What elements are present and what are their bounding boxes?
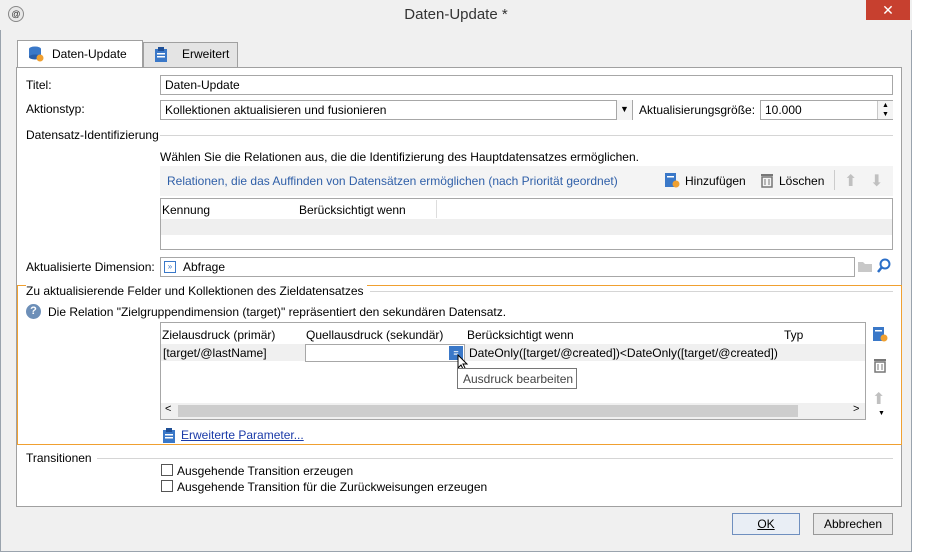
- ok-label: OK: [757, 517, 775, 531]
- batch-size-input[interactable]: 10.000: [760, 100, 893, 120]
- action-label: Aktionstyp:: [26, 102, 85, 116]
- scrollbar-thumb[interactable]: [178, 405, 798, 417]
- outgoing-transition-label: Ausgehende Transition erzeugen: [177, 464, 354, 478]
- title-label: Titel:: [26, 78, 52, 92]
- window-title: Daten-Update *: [404, 6, 508, 23]
- batch-size-spinner[interactable]: ▲ ▼: [877, 101, 893, 119]
- help-icon: ?: [26, 304, 41, 319]
- folder-icon[interactable]: [857, 259, 873, 273]
- identification-hint: Wählen Sie die Relationen aus, die die I…: [160, 150, 639, 164]
- toolbar-divider: [834, 170, 835, 190]
- column-header: Zielausdruck (primär): [162, 328, 276, 342]
- action-select-value: Kollektionen aktualisieren und fusionier…: [165, 103, 387, 117]
- column-header: Quellausdruck (sekundär): [306, 328, 444, 342]
- tab-label: Daten-Update: [52, 47, 127, 61]
- target-expression-cell[interactable]: [target/@lastName]: [163, 346, 267, 360]
- search-icon[interactable]: [876, 258, 892, 274]
- column-header: Berücksichtigt wenn: [299, 203, 406, 217]
- tab-label: Erweitert: [182, 47, 230, 61]
- move-up-icon[interactable]: ⬆: [844, 171, 857, 191]
- tab-daten-update[interactable]: Daten-Update: [17, 40, 143, 68]
- table-row[interactable]: [161, 219, 892, 235]
- group-divider: [97, 458, 893, 459]
- transitions-group-label: Transitionen: [26, 451, 92, 465]
- tooltip-text: Ausdruck bearbeiten: [463, 372, 574, 386]
- outgoing-transition-checkbox[interactable]: [161, 464, 173, 476]
- fields-group-label: Zu aktualisierende Felder und Kollektion…: [26, 284, 367, 298]
- advanced-parameters-link[interactable]: Erweiterte Parameter...: [181, 428, 304, 442]
- title-input[interactable]: Daten-Update: [160, 75, 893, 95]
- move-up-icon[interactable]: ⬆: [872, 389, 885, 409]
- chevron-down-icon[interactable]: ▼: [616, 100, 632, 120]
- ok-button[interactable]: OK: [732, 513, 800, 535]
- scroll-left-icon[interactable]: <: [165, 403, 171, 415]
- column-header: Typ: [784, 328, 804, 342]
- group-divider: [370, 291, 893, 292]
- identification-group-label: Datensatz-Identifizierung: [26, 128, 159, 142]
- trash-icon[interactable]: [760, 172, 774, 188]
- reject-transition-checkbox[interactable]: [161, 480, 173, 492]
- clipboard-icon: [155, 47, 167, 62]
- link-icon: »: [164, 261, 176, 273]
- column-header: Kennung: [162, 203, 211, 217]
- source-expression-input[interactable]: [305, 344, 465, 362]
- clipboard-icon: [163, 428, 175, 443]
- add-icon[interactable]: [664, 172, 680, 188]
- fields-info: Die Relation "Zielgruppendimension (targ…: [48, 305, 507, 319]
- database-icon: [29, 46, 44, 62]
- scroll-right-icon[interactable]: >: [853, 403, 859, 415]
- dimension-input[interactable]: Abfrage: [160, 257, 855, 277]
- close-button[interactable]: ✕: [866, 0, 910, 20]
- relations-label: Relationen, die das Auffinden von Datens…: [167, 174, 618, 188]
- add-button[interactable]: Hinzufügen: [685, 174, 746, 188]
- add-icon[interactable]: [872, 326, 888, 342]
- tab-erweitert[interactable]: Erweitert: [143, 42, 238, 68]
- move-down-icon[interactable]: ⬇: [870, 171, 883, 191]
- delete-button[interactable]: Löschen: [779, 174, 824, 188]
- group-divider: [160, 135, 893, 136]
- reject-transition-label: Ausgehende Transition für die Zurückweis…: [177, 480, 488, 494]
- column-header: Berücksichtigt wenn: [467, 328, 574, 342]
- more-icon[interactable]: ▼: [878, 410, 885, 417]
- cancel-label: Abbrechen: [823, 517, 883, 531]
- trash-icon[interactable]: [873, 357, 887, 373]
- dimension-label: Aktualisierte Dimension:: [26, 260, 155, 274]
- column-divider: [436, 200, 437, 218]
- batch-size-label: Aktualisierungsgröße:: [639, 103, 756, 117]
- cancel-button[interactable]: Abbrechen: [813, 513, 893, 535]
- action-select[interactable]: Kollektionen aktualisieren und fusionier…: [160, 100, 633, 120]
- condition-cell[interactable]: DateOnly([target/@created])<DateOnly([ta…: [469, 346, 778, 360]
